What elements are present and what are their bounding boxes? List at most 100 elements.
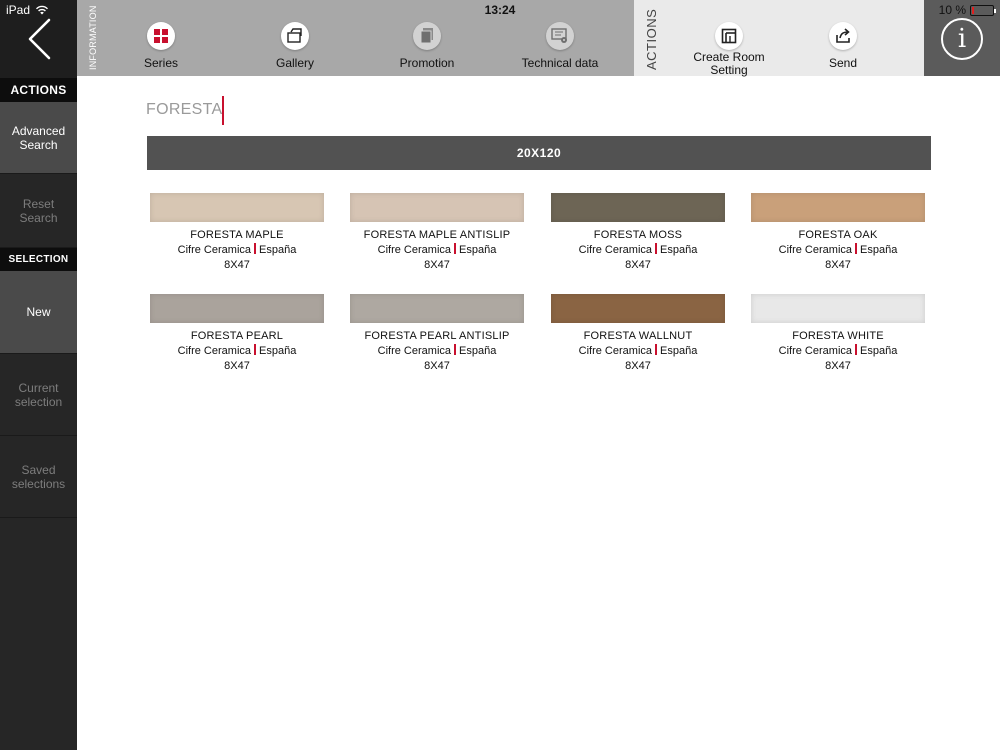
- product-swatch: [551, 193, 725, 222]
- country-name: España: [459, 244, 497, 256]
- reset-search-label: Reset Search: [19, 196, 58, 225]
- new-selection-label: New: [26, 305, 51, 319]
- product-name: FORESTA PEARL ANTISLIP: [364, 330, 510, 342]
- create-room-setting-label: Create Room Setting: [693, 50, 765, 77]
- product-maker: Cifre Ceramica España: [350, 243, 524, 258]
- promotion-icon: [413, 22, 441, 50]
- product-format: 8X47: [825, 259, 851, 271]
- info-icon: i: [941, 18, 983, 60]
- send-button[interactable]: Send: [810, 22, 876, 70]
- product-swatch: [751, 294, 925, 323]
- create-room-setting-button[interactable]: Create Room Setting: [684, 22, 774, 77]
- product-format: 8X47: [224, 360, 250, 372]
- country-name: España: [259, 345, 297, 357]
- share-icon: [829, 22, 857, 50]
- product-tile[interactable]: FORESTA WHITE Cifre Ceramica España 8X47: [751, 294, 925, 374]
- product-tile[interactable]: FORESTA PEARL Cifre Ceramica España 8X47: [150, 294, 324, 374]
- manufacturer-name: Cifre Ceramica: [177, 345, 252, 357]
- promotion-button[interactable]: Promotion: [394, 22, 460, 70]
- product-tile[interactable]: FORESTA OAK Cifre Ceramica España 8X47: [751, 193, 925, 273]
- product-swatch: [150, 294, 324, 323]
- current-selection-label: Current selection: [14, 380, 63, 409]
- page-title: FORESTA: [146, 101, 223, 118]
- product-tile[interactable]: FORESTA PEARL ANTISLIP Cifre Ceramica Espa…: [350, 294, 524, 374]
- technical-data-button[interactable]: Technical data: [515, 22, 605, 70]
- maker-separator: [855, 344, 858, 355]
- promotion-label: Promotion: [399, 56, 455, 70]
- maker-separator: [254, 344, 257, 355]
- information-vertical-label: INFORMATION: [88, 4, 108, 72]
- product-maker: Cifre Ceramica España: [150, 344, 324, 359]
- series-icon: [147, 22, 175, 50]
- gallery-button[interactable]: Gallery: [262, 22, 328, 70]
- left-sidebar: ACTIONS Advanced Search Reset Search SEL…: [0, 0, 77, 750]
- product-maker: Cifre Ceramica España: [751, 344, 925, 359]
- advanced-search-button[interactable]: Advanced Search: [0, 102, 77, 174]
- series-button[interactable]: Series: [128, 22, 194, 70]
- manufacturer-name: Cifre Ceramica: [377, 244, 452, 256]
- manufacturer-name: Cifre Ceramica: [778, 244, 853, 256]
- sidebar-selection-header: SELECTION: [0, 248, 77, 271]
- product-swatch: [751, 193, 925, 222]
- product-tile[interactable]: FORESTA MAPLE ANTISLIP Cifre Ceramica Espa…: [350, 193, 524, 273]
- actions-label-text: ACTIONS: [644, 8, 659, 70]
- product-maker: Cifre Ceramica España: [551, 243, 725, 258]
- saved-selections-button[interactable]: Saved selections: [0, 436, 77, 518]
- product-format: 8X47: [625, 259, 651, 271]
- sidebar-actions-header: ACTIONS: [0, 78, 77, 102]
- country-name: España: [259, 244, 297, 256]
- gallery-icon: [281, 22, 309, 50]
- product-format: 8X47: [224, 259, 250, 271]
- maker-separator: [655, 243, 658, 254]
- product-maker: Cifre Ceramica España: [350, 344, 524, 359]
- country-name: España: [660, 345, 698, 357]
- product-format: 8X47: [825, 360, 851, 372]
- actions-vertical-label: ACTIONS: [644, 4, 664, 72]
- product-tile[interactable]: FORESTA MAPLE Cifre Ceramica España 8X47: [150, 193, 324, 273]
- actions-toolbar: [634, 0, 924, 76]
- technical-data-label: Technical data: [521, 56, 599, 70]
- information-label-text: INFORMATION: [88, 5, 98, 70]
- technical-data-icon: [546, 22, 574, 50]
- new-selection-button[interactable]: New: [0, 271, 77, 354]
- product-name: FORESTA WHITE: [792, 330, 884, 342]
- manufacturer-name: Cifre Ceramica: [778, 345, 853, 357]
- send-label: Send: [828, 56, 858, 70]
- title-accent-bar: [222, 96, 224, 125]
- series-label: Series: [143, 56, 178, 70]
- maker-separator: [655, 344, 658, 355]
- product-format: 8X47: [424, 360, 450, 372]
- chevron-left-icon: [28, 18, 50, 60]
- product-name: FORESTA MOSS: [593, 229, 683, 241]
- product-maker: Cifre Ceramica España: [751, 243, 925, 258]
- product-tile[interactable]: FORESTA WALLNUT Cifre Ceramica España 8X47: [551, 294, 725, 374]
- advanced-search-label: Advanced Search: [11, 123, 66, 152]
- manufacturer-name: Cifre Ceramica: [578, 244, 653, 256]
- product-name: FORESTA OAK: [798, 229, 878, 241]
- product-tile[interactable]: FORESTA MOSS Cifre Ceramica España 8X47: [551, 193, 725, 273]
- back-button[interactable]: [0, 0, 77, 78]
- product-name: FORESTA WALLNUT: [583, 330, 693, 342]
- country-name: España: [860, 345, 898, 357]
- country-name: España: [459, 345, 497, 357]
- info-button[interactable]: i: [924, 0, 1000, 76]
- reset-search-button[interactable]: Reset Search: [0, 174, 77, 248]
- product-name: FORESTA MAPLE: [190, 229, 284, 241]
- product-swatch: [150, 193, 324, 222]
- size-group-header: 20X120: [147, 136, 931, 170]
- manufacturer-name: Cifre Ceramica: [177, 244, 252, 256]
- product-swatch: [350, 193, 524, 222]
- product-maker: Cifre Ceramica España: [551, 344, 725, 359]
- country-name: España: [660, 244, 698, 256]
- gallery-label: Gallery: [275, 56, 314, 70]
- manufacturer-name: Cifre Ceramica: [377, 345, 452, 357]
- current-selection-button[interactable]: Current selection: [0, 354, 77, 436]
- product-name: FORESTA PEARL: [190, 330, 284, 342]
- country-name: España: [860, 244, 898, 256]
- saved-selections-label: Saved selections: [11, 462, 66, 491]
- maker-separator: [454, 344, 457, 355]
- manufacturer-name: Cifre Ceramica: [578, 345, 653, 357]
- product-swatch: [551, 294, 725, 323]
- product-format: 8X47: [424, 259, 450, 271]
- maker-separator: [855, 243, 858, 254]
